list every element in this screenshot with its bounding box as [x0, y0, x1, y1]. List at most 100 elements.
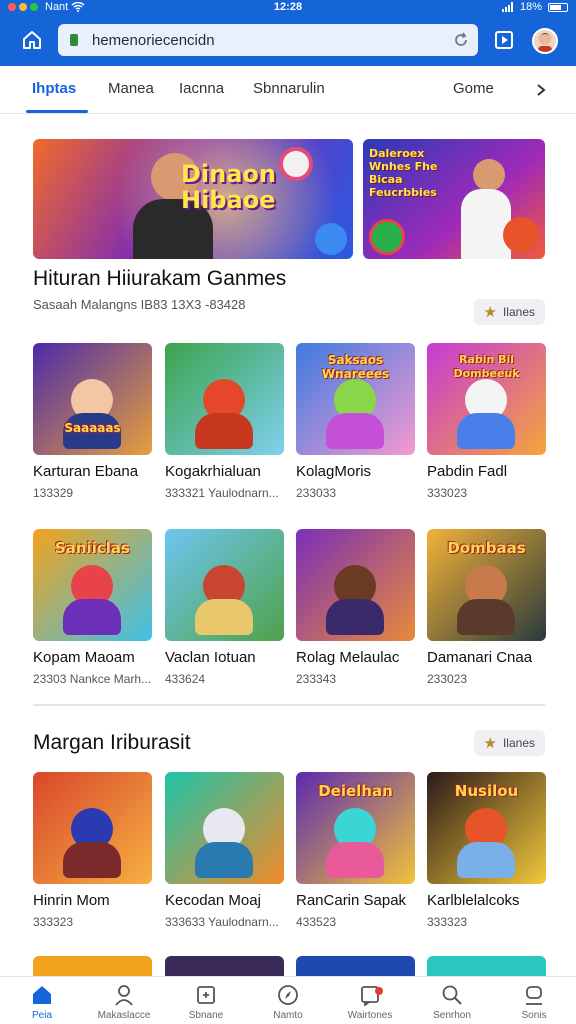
address-text: hemenoriecencidn — [92, 31, 215, 49]
play-square-icon — [495, 31, 513, 49]
lock-icon — [70, 34, 78, 46]
game-meta: 133329 — [33, 486, 74, 500]
game-art-body — [63, 842, 121, 878]
game-card-partial[interactable] — [33, 956, 152, 976]
game-title: Hinrin Mom — [33, 892, 110, 909]
battery-percent: 18% — [519, 1, 542, 13]
game-meta: 433523 — [296, 915, 337, 929]
game-art-body — [326, 413, 384, 449]
nav-label: Sbnane — [188, 1010, 224, 1021]
game-title: Karlblelalcoks — [427, 892, 520, 909]
game-thumbnail — [165, 772, 284, 884]
game-title: Pabdin Fadl — [427, 463, 508, 480]
game-meta: 233023 — [427, 672, 468, 686]
game-art-title: Nusilou — [454, 782, 519, 800]
game-art-body — [457, 842, 515, 878]
game-meta: 333321 Yaulodnarn... — [165, 486, 279, 500]
home-button[interactable] — [16, 24, 48, 56]
game-title: Kecodan Moaj — [165, 892, 261, 909]
game-card[interactable]: Saaaaas Karturan Ebana 133329 — [33, 343, 152, 500]
game-title: Damanari Cnaa — [427, 649, 533, 666]
active-tab-indicator — [26, 110, 88, 113]
section-1-title: Hituran Hiiurakam Ganmes — [33, 267, 287, 290]
game-meta: 23303 Nankce Marh... — [33, 672, 152, 686]
nav-item-sbnane[interactable]: Sbnane — [165, 983, 247, 1021]
game-art-body — [457, 413, 515, 449]
nav-label: Namto — [273, 1010, 303, 1021]
nav-item-senrhon[interactable]: Senrhon — [411, 983, 493, 1021]
game-art-body — [195, 413, 253, 449]
game-title: Rolag Melaulac — [296, 649, 400, 666]
hero-2-ball — [369, 219, 405, 255]
game-card-partial[interactable] — [165, 956, 284, 976]
hero-2-character-body — [461, 189, 511, 259]
game-thumbnail — [165, 343, 284, 455]
section-2-more-button[interactable]: ★ Ilanes — [473, 730, 545, 756]
game-thumbnail — [33, 772, 152, 884]
section-2-title: Margan Iriburasit — [33, 731, 191, 754]
game-card[interactable]: Hinrin Mom 333323 — [33, 772, 152, 929]
puzzle-icon — [197, 986, 215, 1004]
game-card[interactable]: Rolag Melaulac 233343 — [296, 529, 415, 686]
reload-icon[interactable] — [452, 31, 470, 49]
game-card[interactable]: Saksaos Wnareees KolagMoris 233033 — [296, 343, 415, 500]
game-thumbnail: Saksaos Wnareees — [296, 343, 415, 455]
tab-manea[interactable]: Manea — [108, 80, 154, 97]
hero-title-1: Dinaon Hibaoe — [181, 160, 277, 214]
game-card[interactable]: Saniiclas Kopam Maoam 23303 Nankce Marh.… — [33, 529, 152, 686]
game-card[interactable]: Kogakrhialuan 333321 Yaulodnarn... — [165, 343, 284, 500]
profile-avatar[interactable] — [532, 28, 558, 54]
home-icon — [23, 31, 41, 49]
game-art-title: Saaaaas — [64, 421, 121, 435]
nav-label: Wairtones — [347, 1010, 393, 1021]
chevron-right-icon[interactable] — [535, 83, 547, 97]
compass-icon — [278, 985, 298, 1005]
game-art-body — [195, 842, 253, 878]
tab-ihptas[interactable]: Ihptas — [32, 80, 76, 97]
game-card[interactable]: Dombaas Damanari Cnaa 233023 — [427, 529, 546, 686]
nav-item-sonis[interactable]: Sonis — [493, 983, 575, 1021]
game-card[interactable]: Nusilou Karlblelalcoks 333323 — [427, 772, 546, 929]
game-card[interactable]: Deielhan RanCarin Sapak 433523 — [296, 772, 415, 929]
nav-item-namto[interactable]: Namto — [247, 983, 329, 1021]
hero-2-character-head — [473, 159, 505, 191]
game-thumbnail: Rabin Bil Dombeeuk — [427, 343, 546, 455]
address-bar[interactable]: hemenoriecencidn — [58, 24, 478, 56]
avatar-face-icon — [538, 33, 552, 52]
game-art-title: Deielhan — [318, 782, 393, 800]
game-card[interactable]: Vaclan Iotuan 433624 — [165, 529, 284, 686]
game-card[interactable]: Rabin Bil Dombeeuk Pabdin Fadl 333023 — [427, 343, 546, 500]
nav-item-makaslacce[interactable]: Makaslacce — [83, 983, 165, 1021]
section-1-more-button[interactable]: ★ Ilanes — [473, 299, 545, 325]
game-meta: 333323 — [427, 915, 468, 929]
game-card-partial[interactable] — [427, 956, 546, 976]
game-art-title: Saniiclas — [55, 539, 130, 557]
nav-item-peia[interactable]: Peia — [1, 983, 83, 1021]
nav-item-wairtones[interactable]: Wairtones — [329, 983, 411, 1021]
game-art-body — [457, 599, 515, 635]
game-art-title: Saksaos Wnareees — [321, 353, 390, 381]
account-icon — [526, 986, 542, 1005]
tabs-button[interactable] — [488, 24, 520, 56]
game-thumbnail — [165, 529, 284, 641]
nav-label: Peia — [31, 1010, 52, 1021]
signal-icon — [501, 2, 513, 12]
game-art-title: Dombaas — [447, 539, 526, 557]
hero-banner-1[interactable]: Dinaon Hibaoe — [33, 139, 353, 259]
game-card[interactable]: Kecodan Moaj 333633 Yaulodnarn... — [165, 772, 284, 929]
browser-toolbar: hemenoriecencidn — [0, 14, 576, 66]
game-thumbnail — [296, 529, 415, 641]
game-title: Vaclan Iotuan — [165, 649, 256, 666]
game-card-partial[interactable] — [296, 956, 415, 976]
status-time: 12:28 — [273, 1, 303, 13]
notification-badge — [375, 987, 383, 995]
status-bar: Nant 12:28 18% — [0, 0, 576, 14]
nav-label: Senrhon — [433, 1010, 471, 1021]
tab-gome[interactable]: Gome — [453, 80, 494, 97]
game-title: RanCarin Sapak — [296, 892, 407, 909]
game-meta: 433624 — [165, 672, 206, 686]
hero-banner-2[interactable]: Daleroex Wnhes Fhe Bicaa Feucrbbies — [363, 139, 545, 259]
tab-iacnna[interactable]: Iacnna — [179, 80, 224, 97]
game-thumbnail: Saaaaas — [33, 343, 152, 455]
tab-sbnnarulin[interactable]: Sbnnarulin — [253, 80, 325, 97]
